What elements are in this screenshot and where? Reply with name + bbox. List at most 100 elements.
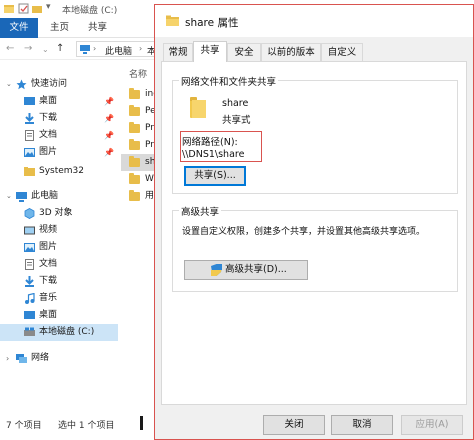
up-arrow-icon[interactable]: ↑ [56, 43, 64, 54]
chevron-down-icon[interactable]: ⌄ [6, 188, 12, 205]
view-toggle-icon[interactable] [140, 416, 143, 430]
nav-label: 网络 [31, 353, 50, 363]
explorer-titlebar: ▾ 本地磁盘 (C:) [0, 0, 160, 18]
folder-icon [166, 15, 179, 26]
explorer-app-icon [4, 5, 14, 13]
pin-icon: 📌 [104, 131, 114, 140]
nav-label: 图片 [39, 242, 58, 252]
advanced-sharing-group-title: 高级共享 [179, 204, 222, 218]
pc-icon [80, 45, 90, 54]
star-icon [16, 79, 27, 90]
recent-dropdown-icon[interactable]: ⌄ [42, 45, 49, 54]
nav-item-music[interactable]: 音乐 [0, 290, 118, 307]
ribbon-file-tab[interactable]: 文件 [0, 18, 38, 38]
chevron-down-icon[interactable]: ⌄ [6, 76, 12, 93]
tab-customize[interactable]: 自定义 [321, 43, 363, 61]
column-header-name[interactable]: 名称 [129, 67, 147, 80]
folder-icon [129, 88, 140, 99]
close-button[interactable]: 关闭 [263, 415, 325, 435]
nav-label: 音乐 [39, 293, 58, 303]
list-item-label: 用 [145, 191, 155, 201]
folder-icon [129, 156, 140, 167]
tab-general[interactable]: 常规 [163, 43, 193, 61]
nav-item-downloads[interactable]: 下载 📌 [0, 110, 118, 127]
folder-icon [129, 105, 140, 116]
nav-item-local-disk[interactable]: 本地磁盘 (C:) [0, 324, 118, 341]
network-sharing-group-title: 网络文件和文件夹共享 [179, 74, 279, 88]
network-icon [16, 354, 27, 363]
video-icon [24, 226, 35, 235]
nav-label: 桌面 [39, 310, 58, 320]
nav-item-videos[interactable]: 视频 [0, 222, 118, 239]
download-icon [25, 113, 34, 124]
picture-icon [24, 148, 35, 157]
nav-label: 下载 [39, 113, 58, 123]
cancel-button[interactable]: 取消 [331, 415, 393, 435]
advanced-sharing-description: 设置自定义权限，创建多个共享，并设置其他高级共享选项。 [182, 227, 426, 237]
shared-folder-name: share [222, 98, 249, 109]
nav-item-documents[interactable]: 文档 📌 [0, 127, 118, 144]
tab-security[interactable]: 安全 [227, 43, 261, 61]
music-icon [25, 293, 35, 304]
properties-dialog: share 属性 常规 共享 安全 以前的版本 自定义 网络文件和文件夹共享 s… [154, 4, 474, 440]
pin-icon: 📌 [104, 114, 114, 123]
document-icon [25, 130, 34, 141]
tab-sharing[interactable]: 共享 [193, 41, 227, 62]
nav-item-desktop-pc[interactable]: 桌面 [0, 307, 118, 324]
nav-label: 此电脑 [31, 191, 59, 201]
breadcrumb-separator-icon: › [93, 44, 97, 53]
selected-count: 选中 1 个项目 [58, 421, 115, 431]
new-folder-qa-icon[interactable] [32, 3, 43, 14]
share-state: 共享式 [222, 115, 251, 126]
tab-previous-versions[interactable]: 以前的版本 [261, 43, 321, 61]
folder-icon [24, 167, 35, 176]
nav-item-pictures[interactable]: 图片 📌 [0, 144, 118, 161]
network-path-highlight [180, 131, 262, 162]
nav-label: 文档 [39, 130, 58, 140]
folder-icon [129, 173, 140, 184]
folder-icon [129, 122, 140, 133]
nav-item-pictures-pc[interactable]: 图片 [0, 239, 118, 256]
desktop-icon [24, 97, 35, 105]
share-button[interactable]: 共享(S)... [184, 166, 246, 186]
nav-item-system32[interactable]: System32 [0, 163, 118, 180]
explorer-window: ▾ 本地磁盘 (C:) 文件 主页 共享 ← → ⌄ ↑ › 此电脑 › 本 ⌄… [0, 0, 161, 440]
advanced-sharing-button[interactable]: 高级共享(D)... [184, 260, 308, 280]
nav-label: 图片 [39, 147, 58, 157]
address-box[interactable]: › 此电脑 › 本 [76, 41, 160, 57]
nav-network[interactable]: › 网络 [0, 350, 118, 367]
drive-icon [24, 327, 35, 336]
nav-quick-access[interactable]: ⌄ 快速访问 [0, 76, 118, 93]
pin-icon: 📌 [104, 97, 114, 106]
dialog-titlebar: share 属性 [155, 5, 473, 37]
nav-item-documents-pc[interactable]: 文档 [0, 256, 118, 273]
ribbon-tab-share[interactable]: 共享 [88, 18, 107, 38]
download-icon [25, 276, 34, 287]
item-count: 7 个项目 [6, 421, 42, 431]
ribbon-tab-home[interactable]: 主页 [50, 18, 69, 38]
breadcrumb-this-pc[interactable]: 此电脑 [105, 44, 132, 57]
breadcrumb-separator-icon: › [139, 44, 143, 53]
nav-label: 本地磁盘 (C:) [39, 327, 95, 337]
dialog-tabs: 常规 共享 安全 以前的版本 自定义 [155, 41, 473, 62]
nav-item-desktop[interactable]: 桌面 📌 [0, 93, 118, 110]
advanced-sharing-button-label: 高级共享(D)... [225, 264, 287, 275]
back-arrow-icon[interactable]: ← [6, 43, 14, 54]
nav-item-3d-objects[interactable]: 3D 对象 [0, 205, 118, 222]
desktop-icon [24, 311, 35, 319]
nav-item-downloads-pc[interactable]: 下载 [0, 273, 118, 290]
qa-dropdown-icon[interactable]: ▾ [46, 2, 51, 12]
chevron-right-icon[interactable]: › [6, 350, 9, 367]
nav-label: 快速访问 [31, 79, 68, 89]
navigation-pane: ⌄ 快速访问 桌面 📌 下载 📌 文档 📌 图片 📌 System32 ⌄ 此电… [0, 62, 118, 412]
properties-qa-icon[interactable] [18, 3, 29, 14]
explorer-title: 本地磁盘 (C:) [62, 6, 118, 16]
nav-this-pc[interactable]: ⌄ 此电脑 [0, 188, 118, 205]
folder-icon [129, 139, 140, 150]
shared-folder-icon [190, 97, 206, 118]
nav-label: 文档 [39, 259, 58, 269]
nav-label: System32 [39, 166, 85, 176]
apply-button[interactable]: 应用(A) [401, 415, 463, 435]
uac-shield-icon [211, 264, 222, 276]
forward-arrow-icon[interactable]: → [24, 43, 32, 54]
